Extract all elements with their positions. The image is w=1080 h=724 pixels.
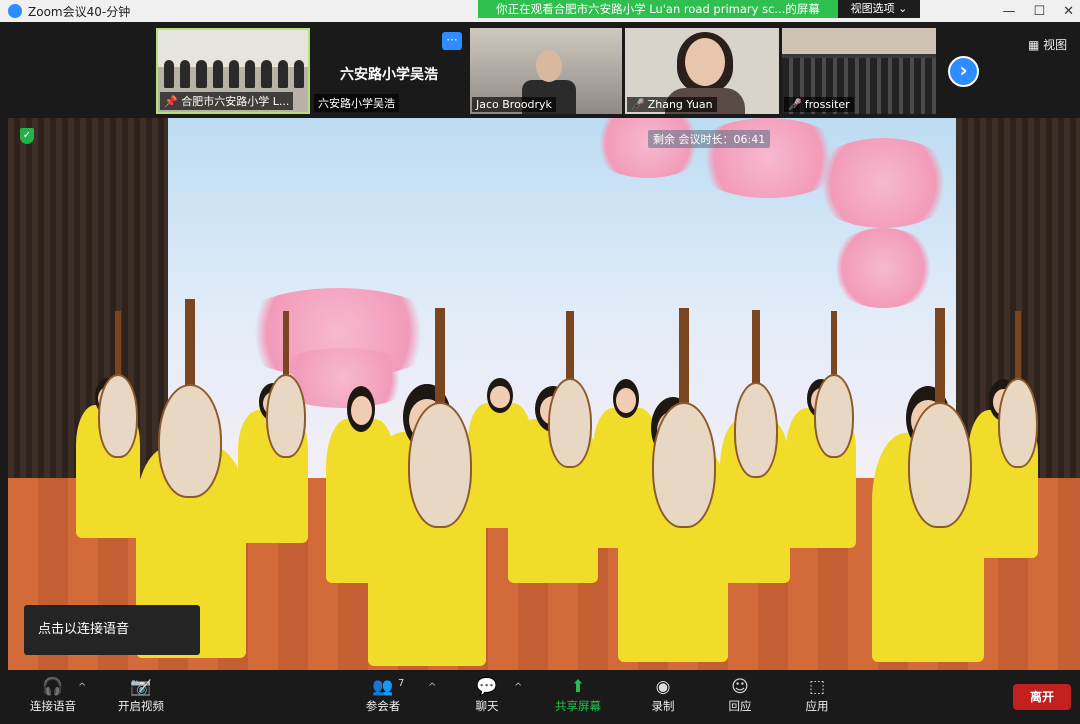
- shared-screen: 剩余 会议时长：06:41 ✓: [8, 118, 1080, 670]
- zoom-logo-icon: [8, 4, 22, 18]
- pipa-instrument: [908, 307, 972, 528]
- participant-big-name: 六安路小学吴浩: [340, 67, 438, 83]
- pipa-instrument: [998, 310, 1038, 468]
- chat-button[interactable]: 💬 聊天 ^: [452, 676, 523, 714]
- chat-label: 聊天: [475, 699, 499, 713]
- participant-tile[interactable]: 🎤̸ frossiter: [782, 28, 936, 114]
- minimize-icon[interactable]: —: [1002, 4, 1015, 19]
- participant-name: Jaco Broodryk: [472, 97, 556, 112]
- apps-label: 应用: [805, 699, 829, 713]
- mic-muted-icon: 🎤̸: [788, 98, 802, 111]
- emoji-add-icon: ☺: [731, 677, 749, 697]
- share-screen-icon: ⬆: [570, 677, 586, 697]
- participant-tile[interactable]: Jaco Broodryk: [470, 28, 622, 114]
- pipa-instrument: [814, 311, 854, 458]
- pin-icon: 📌: [164, 95, 178, 108]
- share-screen-button[interactable]: ⬆ 共享屏幕: [543, 676, 613, 714]
- meeting-toolbar: 🎧 连接语音 ^ 📷̸ 开启视频 👥 7 参会者 ^ 💬 聊天 ^ ⬆ 共享屏幕…: [0, 670, 1080, 724]
- view-options-label: 视图选项: [850, 2, 895, 15]
- start-video-label: 开启视频: [118, 699, 164, 713]
- participant-strip: 📌 合肥市六安路小学 L... ··· 六安路小学吴浩 六安路小学吴浩 Jaco…: [0, 22, 1080, 118]
- participant-name: 🎤̸ frossiter: [784, 97, 854, 112]
- participant-tile[interactable]: 📌 合肥市六安路小学 L...: [156, 28, 310, 114]
- pipa-instrument: [734, 310, 778, 478]
- participants-label: 参会者: [365, 699, 401, 713]
- record-button[interactable]: ◉ 录制: [628, 676, 698, 714]
- participant-tile[interactable]: ··· 六安路小学吴浩 六安路小学吴浩: [312, 28, 466, 114]
- pipa-instrument: [652, 307, 716, 528]
- mic-muted-icon: 🎤̸: [631, 98, 645, 111]
- chevron-down-icon: ⌄: [898, 2, 908, 15]
- share-banner: 你正在观看合肥市六安路小学 Lu'an road primary sc...的屏…: [478, 0, 838, 18]
- window-title: Zoom会议40-分钟: [28, 5, 131, 19]
- more-options-icon[interactable]: ···: [442, 32, 462, 50]
- chevron-up-icon[interactable]: ^: [514, 682, 522, 693]
- participants-count: 7: [398, 678, 405, 689]
- connect-audio-tooltip[interactable]: 点击以连接语音: [24, 605, 200, 655]
- next-page-button[interactable]: ›: [948, 56, 979, 87]
- close-icon[interactable]: ✕: [1063, 4, 1074, 19]
- apps-button[interactable]: ⬚ 应用: [782, 676, 852, 714]
- pipa-instrument: [408, 307, 472, 528]
- view-options-button[interactable]: 视图选项 ⌄: [838, 0, 920, 18]
- reactions-button[interactable]: ☺ 回应: [705, 676, 775, 714]
- group-video: [164, 60, 304, 90]
- participants-icon: 👥: [372, 677, 394, 697]
- chevron-up-icon[interactable]: ^: [428, 682, 436, 693]
- grid-icon: ▦: [1028, 38, 1040, 52]
- reactions-label: 回应: [728, 699, 752, 713]
- chevron-up-icon[interactable]: ^: [78, 682, 86, 693]
- leave-button[interactable]: 离开: [1013, 684, 1071, 710]
- pipa-instrument: [266, 311, 306, 458]
- meeting-timer: 剩余 会议时长：06:41: [648, 130, 771, 148]
- participant-tile[interactable]: 🎤̸ Zhang Yuan: [625, 28, 779, 114]
- record-label: 录制: [651, 699, 675, 713]
- video-off-icon: 📷̸: [130, 677, 152, 697]
- share-screen-label: 共享屏幕: [555, 699, 601, 713]
- participant-name: 🎤̸ Zhang Yuan: [627, 97, 717, 112]
- view-button[interactable]: ▦ 视图: [1028, 36, 1067, 53]
- apps-icon: ⬚: [808, 677, 826, 697]
- participant-name: 六安路小学吴浩: [314, 94, 399, 112]
- pipa-instrument: [98, 311, 138, 458]
- participant-name: 📌 合肥市六安路小学 L...: [160, 92, 294, 110]
- pipa-instrument: [548, 310, 592, 468]
- chat-bubble-icon: 💬: [476, 677, 498, 697]
- maximize-icon[interactable]: ☐: [1033, 4, 1045, 19]
- record-icon: ◉: [655, 677, 671, 697]
- connect-audio-button[interactable]: 🎧 连接语音 ^: [18, 676, 88, 714]
- window-controls: — ☐ ✕: [1002, 0, 1074, 22]
- pipa-instrument: [158, 298, 222, 498]
- connect-audio-label: 连接语音: [30, 699, 76, 713]
- security-shield-icon: ✓: [20, 128, 34, 144]
- participants-button[interactable]: 👥 7 参会者 ^: [348, 676, 437, 714]
- start-video-button[interactable]: 📷̸ 开启视频: [106, 676, 176, 714]
